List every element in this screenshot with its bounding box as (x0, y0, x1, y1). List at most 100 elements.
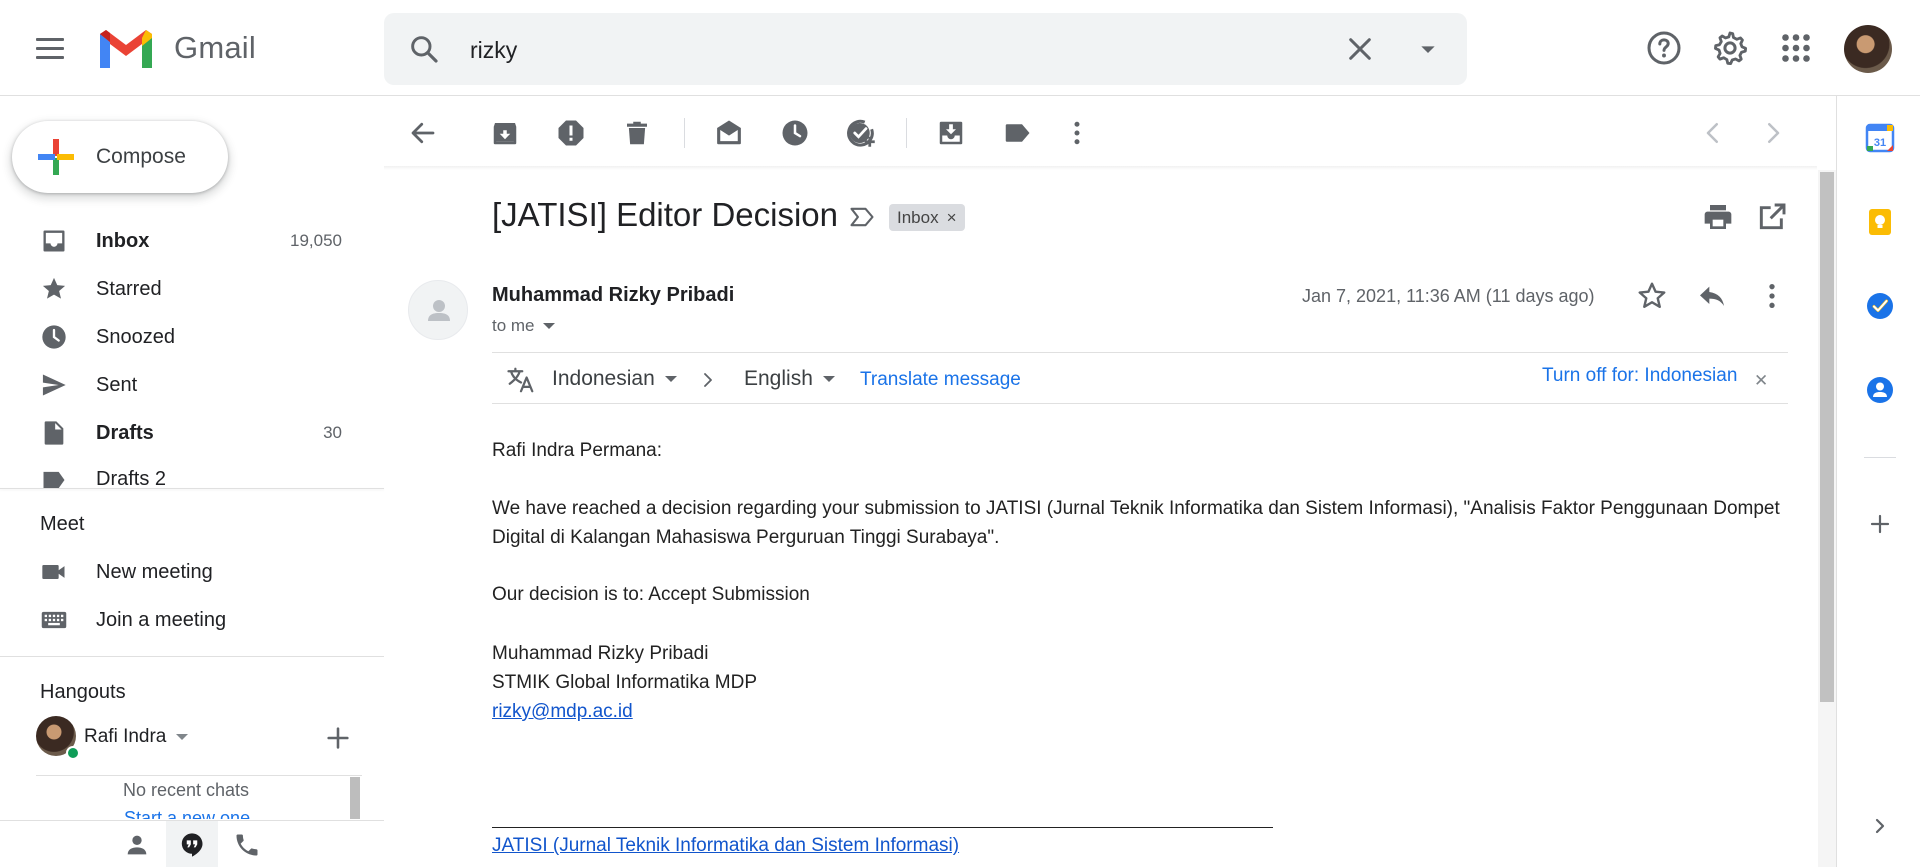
inbox-icon (43, 230, 65, 252)
apps-grid-icon[interactable] (1778, 30, 1814, 66)
compose-button[interactable]: Compose (12, 121, 228, 193)
svg-text:31: 31 (1874, 137, 1886, 149)
send-icon (42, 374, 66, 396)
toolbar-separator (906, 118, 907, 148)
hangouts-scrollbar[interactable] (350, 777, 360, 819)
search-input[interactable]: rizky (470, 37, 517, 64)
signature-email: rizky@mdp.ac.id (492, 697, 633, 726)
journal-footer-link[interactable]: JATISI (Jurnal Teknik Informatika dan Si… (492, 835, 959, 856)
keyboard-icon (41, 611, 67, 629)
help-icon[interactable] (1646, 30, 1682, 66)
delete-trash-icon[interactable] (622, 118, 652, 148)
print-icon[interactable] (1702, 201, 1734, 233)
search-icon[interactable] (408, 33, 440, 65)
recipient-details[interactable]: to me (492, 316, 555, 336)
sender-avatar[interactable] (408, 280, 468, 340)
gmail-logo-icon[interactable] (96, 24, 156, 72)
turn-off-translation-link[interactable]: Turn off for: Indonesian (1542, 365, 1737, 387)
signature-rule (492, 827, 1273, 828)
compose-label: Compose (96, 145, 186, 168)
target-language-select[interactable]: English (744, 367, 835, 391)
top-header: Gmail rizky (0, 0, 1920, 96)
back-arrow-icon[interactable] (408, 118, 438, 148)
clock-icon (42, 325, 66, 349)
reply-icon[interactable] (1696, 280, 1728, 312)
message-toolbar (384, 96, 1834, 168)
new-meeting-item[interactable]: New meeting (0, 549, 384, 595)
start-new-chat-link[interactable]: Start a new one (124, 808, 250, 819)
nav-item-snoozed[interactable]: Snoozed (0, 314, 384, 360)
report-spam-icon[interactable] (556, 118, 586, 148)
hangouts-status-caret-icon[interactable] (176, 734, 188, 740)
contacts-person-icon[interactable] (123, 831, 151, 859)
video-camera-icon (42, 565, 65, 579)
mark-unread-icon[interactable] (714, 118, 744, 148)
hangouts-user[interactable]: Rafi Indra (36, 716, 366, 760)
hangouts-bottom-bar (0, 820, 384, 867)
snooze-clock-icon[interactable] (780, 118, 810, 148)
search-options-icon[interactable] (1412, 33, 1444, 65)
signature-email-link[interactable]: rizky@mdp.ac.id (492, 701, 633, 722)
more-options-icon[interactable] (1062, 118, 1092, 148)
compose-plus-icon (38, 139, 74, 175)
open-in-new-window-icon[interactable] (1756, 201, 1788, 233)
email-paragraph: We have reached a decision regarding you… (492, 498, 1780, 548)
source-language-select[interactable]: Indonesian (552, 367, 677, 391)
add-to-tasks-icon[interactable] (846, 118, 876, 148)
remove-label-icon[interactable]: × (947, 208, 957, 228)
older-chevron-right-icon[interactable] (1758, 118, 1788, 148)
meet-section-title: Meet (40, 513, 85, 535)
source-language-caret-icon (664, 376, 677, 382)
star-outline-icon[interactable] (1636, 280, 1668, 312)
footer-journal: JATISI (Jurnal Teknik Informatika dan Si… (492, 831, 959, 860)
nav-item-drafts-2[interactable]: Drafts 2 (0, 456, 384, 488)
nav-item-sent[interactable]: Sent (0, 362, 384, 408)
gmail-brand-text: Gmail (174, 30, 256, 65)
google-contacts-icon[interactable] (1864, 374, 1896, 406)
message-more-icon[interactable] (1756, 280, 1788, 312)
google-tasks-icon[interactable] (1864, 290, 1896, 322)
sender-name[interactable]: Muhammad Rizky Pribadi (492, 284, 734, 307)
clear-search-icon[interactable] (1344, 33, 1376, 65)
nav-label-starred: Starred (96, 277, 162, 300)
source-language-label: Indonesian (552, 367, 655, 390)
toolbar-shadow (384, 166, 1817, 170)
phone-call-icon[interactable] (233, 831, 261, 859)
target-language-caret-icon (822, 376, 835, 382)
recipient-text: to me (492, 316, 535, 335)
main-menu-button[interactable] (36, 32, 68, 64)
settings-gear-icon[interactable] (1712, 30, 1748, 66)
label-tag-icon[interactable] (1002, 118, 1032, 148)
hangouts-section-title: Hangouts (40, 681, 126, 703)
get-addons-plus-icon[interactable] (1864, 508, 1896, 540)
message-scrollbar-thumb[interactable] (1820, 172, 1834, 702)
google-keep-icon[interactable] (1864, 206, 1896, 238)
inbox-chip-label: Inbox (897, 207, 939, 227)
default-person-icon (428, 300, 450, 321)
translate-icon (507, 367, 534, 393)
archive-icon[interactable] (490, 118, 520, 148)
new-conversation-plus-icon[interactable] (324, 724, 352, 752)
search-bar[interactable]: rizky (384, 13, 1467, 85)
google-calendar-icon[interactable]: 31 (1864, 122, 1896, 154)
draft-icon (44, 421, 64, 445)
side-panel-divider (1864, 457, 1896, 458)
drafts-count: 30 (323, 423, 342, 442)
translate-message-link[interactable]: Translate message (860, 369, 1021, 391)
close-translate-bar-icon[interactable]: ✕ (1754, 371, 1768, 391)
nav-item-starred[interactable]: Starred (0, 266, 384, 312)
move-to-icon[interactable] (936, 118, 966, 148)
nav-item-inbox[interactable]: Inbox 19,050 (0, 218, 384, 264)
importance-marker-icon[interactable] (848, 203, 876, 231)
hangouts-chat-list: No recent chats Start a new one (36, 775, 362, 819)
join-meeting-item[interactable]: Join a meeting (0, 597, 384, 643)
newer-chevron-left-icon[interactable] (1698, 118, 1728, 148)
account-avatar[interactable] (1844, 25, 1892, 73)
nav-label-snoozed: Snoozed (96, 325, 175, 348)
hangouts-chat-icon[interactable] (178, 831, 206, 859)
signature-organization: STMIK Global Informatika MDP (492, 672, 758, 693)
join-meeting-label: Join a meeting (96, 608, 227, 631)
hide-side-panel-chevron-icon[interactable] (1864, 810, 1896, 842)
nav-item-drafts[interactable]: Drafts 30 (0, 410, 384, 456)
recipient-details-caret-icon[interactable] (542, 323, 555, 329)
